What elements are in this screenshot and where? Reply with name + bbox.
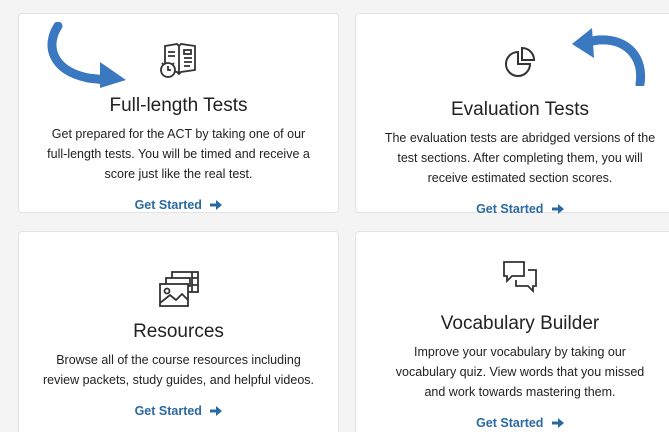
get-started-link[interactable]: Get Started: [476, 202, 564, 216]
card-resources: Resources Browse all of the course resou…: [18, 231, 339, 432]
arrow-right-icon: [551, 418, 564, 428]
get-started-link[interactable]: Get Started: [135, 198, 223, 212]
pie-chart-icon: [505, 46, 536, 77]
test-book-clock-icon: [159, 43, 196, 78]
link-label: Get Started: [476, 416, 544, 430]
get-started-link[interactable]: Get Started: [476, 416, 564, 430]
arrow-right-icon: [551, 204, 564, 214]
link-label: Get Started: [134, 198, 202, 212]
card-title: Resources: [133, 321, 224, 342]
card-description: Browse all of the course resources inclu…: [43, 353, 314, 387]
link-label: Get Started: [476, 202, 544, 216]
media-gallery-icon: [158, 271, 199, 307]
card-title: Vocabulary Builder: [440, 313, 600, 334]
card-vocabulary-builder: Vocabulary Builder Improve your vocabula…: [355, 231, 669, 432]
card-evaluation-tests: Evaluation Tests The evaluation tests ar…: [355, 13, 669, 216]
card-full-length-tests: Full-length Tests Get prepared for the A…: [18, 13, 339, 213]
card-description: Get prepared for the ACT by taking one o…: [47, 127, 310, 181]
get-started-link[interactable]: Get Started: [135, 404, 223, 418]
card-title: Evaluation Tests: [450, 99, 589, 120]
chat-bubbles-icon: [503, 261, 537, 294]
dashboard-page: Full-length Tests Get prepared for the A…: [0, 0, 669, 432]
arrow-right-icon: [210, 200, 223, 210]
card-description: Improve your vocabulary by taking our vo…: [395, 345, 645, 399]
card-description: The evaluation tests are abridged versio…: [384, 131, 656, 185]
card-title: Full-length Tests: [109, 95, 248, 116]
arrow-right-icon: [210, 406, 223, 416]
link-label: Get Started: [134, 404, 202, 418]
